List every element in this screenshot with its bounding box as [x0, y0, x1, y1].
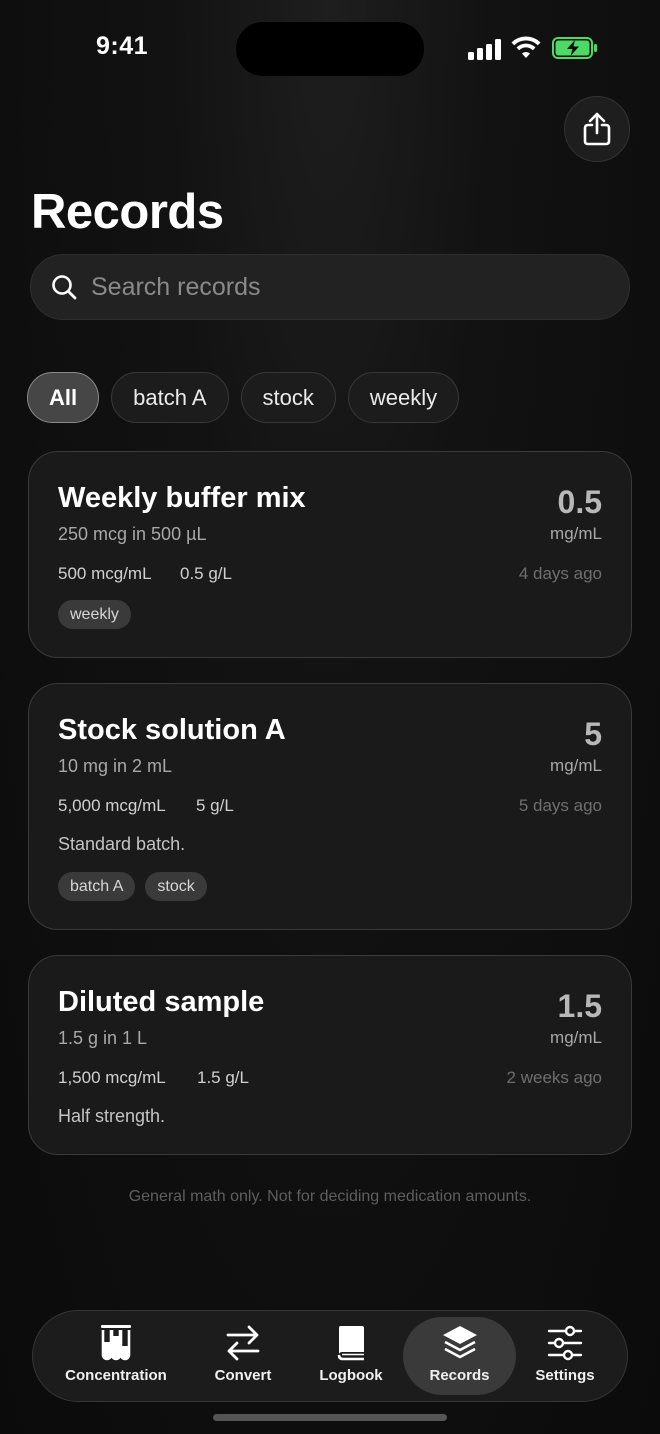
cellular-signal-icon	[468, 38, 502, 60]
tab-concentration[interactable]: Concentration	[49, 1317, 183, 1395]
record-amount: 250 mcg in 500 µL	[58, 524, 207, 544]
tab-label: Logbook	[319, 1367, 383, 1384]
filter-chip-stock[interactable]: stock	[240, 372, 336, 423]
record-amount: 1.5 g in 1 L	[58, 1028, 148, 1048]
record-conversion-g: 0.5 g/L	[180, 564, 232, 583]
record-name: Weekly buffer mix	[58, 482, 306, 514]
record-unit: mg/mL	[550, 756, 602, 775]
record-tags: batch A stock	[58, 872, 207, 901]
record-value: 0.5	[557, 484, 602, 520]
record-conversion-mcg: 1,500 mcg/mL	[58, 1068, 166, 1087]
filter-chip-batch-a[interactable]: batch A	[111, 372, 229, 423]
test-tubes-icon	[101, 1325, 131, 1361]
record-conversion-mcg: 5,000 mcg/mL	[58, 796, 166, 815]
filter-chip-weekly[interactable]: weekly	[347, 372, 460, 423]
share-button[interactable]	[564, 96, 630, 162]
tab-records[interactable]: Records	[403, 1317, 516, 1395]
tab-convert[interactable]: Convert	[201, 1317, 285, 1395]
record-conversion-g: 1.5 g/L	[197, 1068, 249, 1087]
search-bar[interactable]	[30, 254, 630, 320]
page-title: Records	[31, 185, 224, 239]
tab-logbook[interactable]: Logbook	[309, 1317, 393, 1395]
record-age: 4 days ago	[518, 564, 602, 583]
record-card[interactable]: Diluted sample 1.5 g in 1 L 1.5 mg/mL 1,…	[28, 955, 632, 1155]
record-card[interactable]: Stock solution A 10 mg in 2 mL 5 mg/mL 5…	[28, 683, 632, 930]
share-icon	[583, 112, 611, 146]
record-name: Stock solution A	[58, 714, 286, 746]
record-tags: weekly	[58, 600, 131, 629]
record-unit: mg/mL	[550, 1028, 602, 1047]
record-card[interactable]: Weekly buffer mix 250 mcg in 500 µL 0.5 …	[28, 451, 632, 658]
record-age: 5 days ago	[518, 796, 602, 815]
tag-badge: stock	[145, 872, 207, 901]
tag-badge: batch A	[58, 872, 136, 901]
sliders-icon	[547, 1325, 583, 1361]
wifi-icon	[511, 36, 541, 58]
tab-settings[interactable]: Settings	[523, 1317, 607, 1395]
record-note: Half strength.	[58, 1106, 166, 1126]
records-screen: 9:41 Records All batch	[0, 0, 660, 1434]
arrows-swap-icon	[226, 1325, 260, 1361]
dynamic-island	[236, 22, 424, 76]
record-age: 2 weeks ago	[506, 1068, 602, 1087]
record-value: 1.5	[557, 988, 602, 1024]
tag-badge: weekly	[58, 600, 131, 629]
record-unit: mg/mL	[550, 524, 602, 543]
tab-label: Records	[429, 1367, 490, 1384]
record-value: 5	[584, 716, 602, 752]
tab-bar: Concentration Convert Logbook Records Se…	[32, 1310, 628, 1402]
record-conversion-g: 5 g/L	[196, 796, 234, 815]
disclaimer-text: General math only. Not for deciding medi…	[128, 1188, 532, 1205]
record-name: Diluted sample	[58, 986, 265, 1018]
filter-chip-all[interactable]: All	[27, 372, 100, 423]
layers-icon	[442, 1326, 477, 1359]
tab-label: Concentration	[65, 1367, 167, 1384]
search-icon	[52, 275, 77, 300]
battery-charging-icon	[552, 37, 597, 59]
search-input[interactable]	[91, 272, 571, 302]
filter-chips: All batch A stock weekly	[27, 372, 460, 423]
record-amount: 10 mg in 2 mL	[58, 756, 173, 776]
home-indicator[interactable]	[213, 1414, 447, 1421]
record-conversion-mcg: 500 mcg/mL	[58, 564, 152, 583]
tab-label: Settings	[535, 1367, 595, 1384]
tab-label: Convert	[214, 1367, 272, 1384]
book-icon	[337, 1326, 364, 1361]
record-note: Standard batch.	[58, 834, 186, 854]
status-time: 9:41	[96, 32, 149, 60]
